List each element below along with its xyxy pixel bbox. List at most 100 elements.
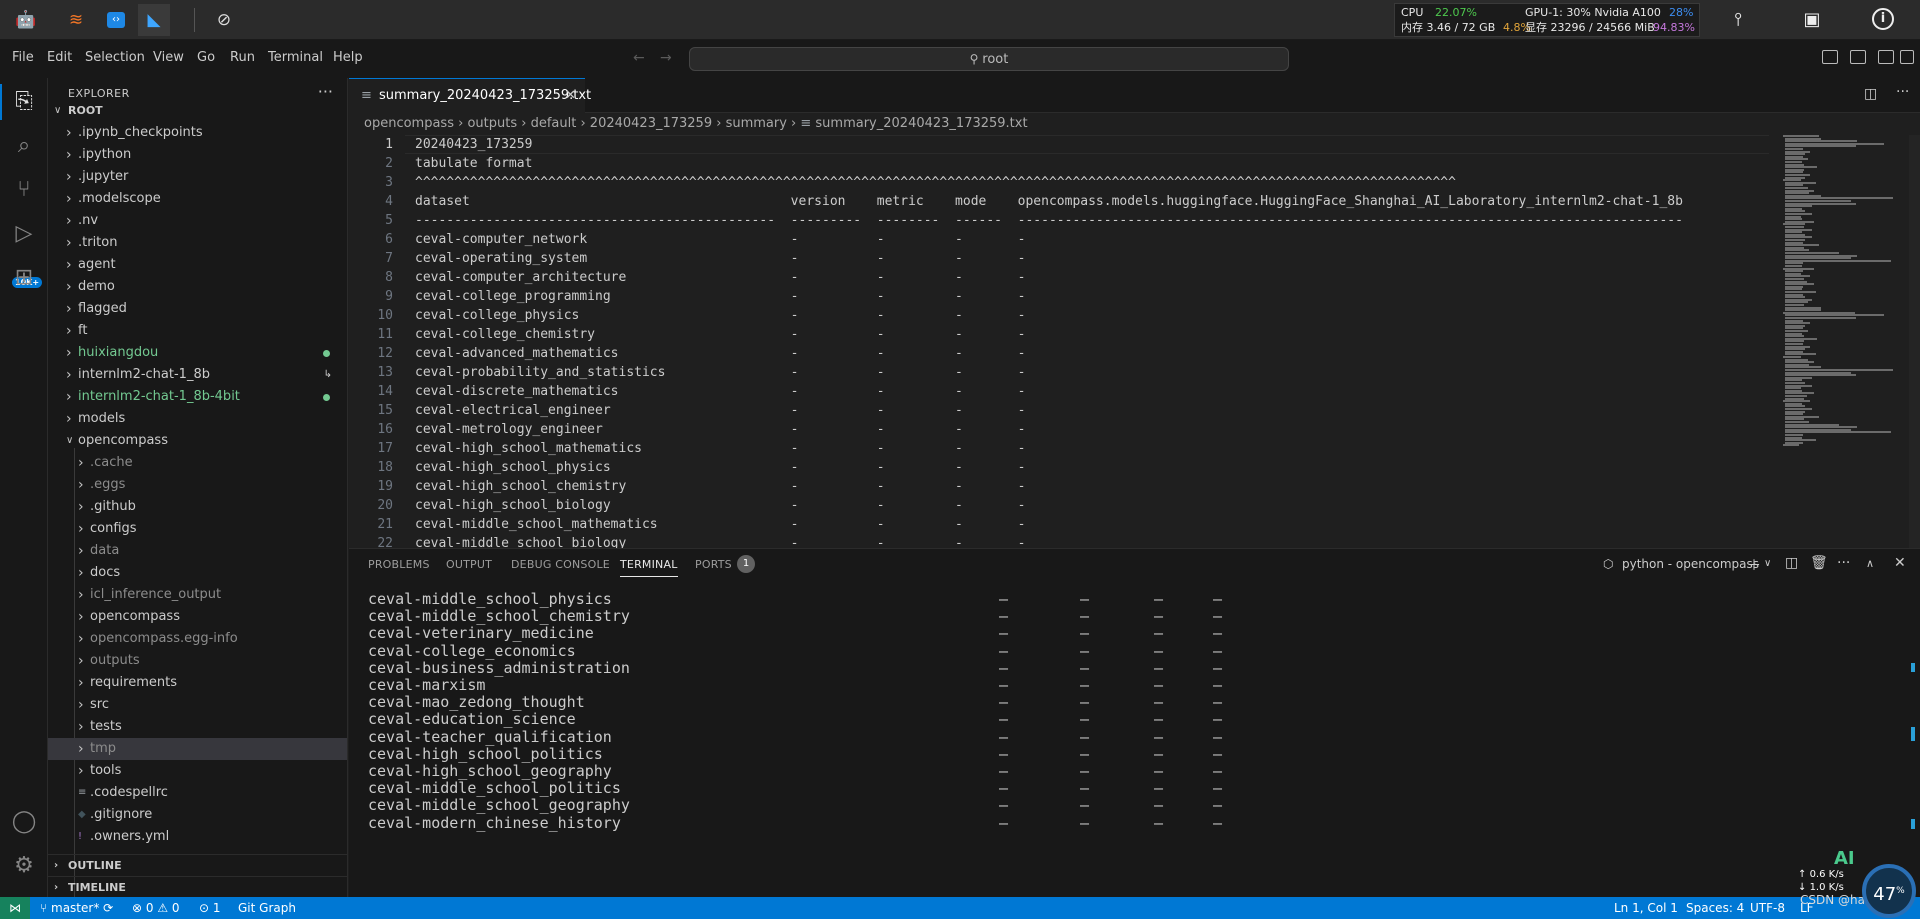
more-actions-icon[interactable]: ··· <box>318 82 333 101</box>
menu-terminal[interactable]: Terminal <box>268 50 323 65</box>
folder-item[interactable]: › .github <box>48 496 347 518</box>
more-actions-icon[interactable]: ··· <box>1896 84 1909 100</box>
folder-item[interactable]: › src <box>48 694 347 716</box>
ports-status[interactable]: ⊙ 1 <box>199 897 221 919</box>
extensions-icon[interactable]: ⊞ <box>8 262 40 294</box>
remote-icon[interactable]: ⋈ <box>0 897 30 919</box>
folder-item[interactable]: › .cache <box>48 452 347 474</box>
folder-item[interactable]: › docs <box>48 562 347 584</box>
folder-item[interactable]: › outputs <box>48 650 347 672</box>
code-line[interactable]: 14 ceval-discrete_mathematics - - - - <box>349 382 1769 401</box>
timeline-section[interactable]: › TIMELINE <box>48 876 347 897</box>
code-view[interactable]: 1 20240423_173259 2 tabulate format 3 ^^^^^^^… <box>349 135 1769 548</box>
code-line[interactable]: 15 ceval-electrical_engineer - - - - <box>349 401 1769 420</box>
command-center[interactable]: ⚲ root <box>689 47 1289 71</box>
code-line[interactable]: 11 ceval-college_chemistry - - - - <box>349 325 1769 344</box>
folder-item[interactable]: › requirements <box>48 672 347 694</box>
new-terminal-icon[interactable]: ＋ <box>1747 555 1761 575</box>
folder-item[interactable]: › data <box>48 540 347 562</box>
source-control-icon[interactable]: ⑂ <box>8 174 40 206</box>
code-line[interactable]: 4 dataset version metric mode opencompass… <box>349 192 1769 211</box>
maximize-panel-icon[interactable]: ∧ <box>1866 557 1874 570</box>
menu-help[interactable]: Help <box>333 50 363 65</box>
folder-item[interactable]: › .eggs <box>48 474 347 496</box>
cursor-position[interactable]: Ln 1, Col 1 <box>1614 897 1678 919</box>
breadcrumb-item[interactable]: 20240423_173259 <box>590 116 712 131</box>
toggle-panel-icon[interactable] <box>1850 50 1866 64</box>
folder-item[interactable]: › .triton <box>48 232 347 254</box>
menu-view[interactable]: View <box>153 50 184 65</box>
menu-go[interactable]: Go <box>197 50 215 65</box>
vscode-icon[interactable]: ◣ <box>138 4 170 36</box>
code-line[interactable]: 20 ceval-high_school_biology - - - - <box>349 496 1769 515</box>
usage-gauge[interactable]: 47% <box>1862 864 1916 918</box>
tab-debug-console[interactable]: DEBUG CONSOLE <box>511 558 610 571</box>
folder-item[interactable]: › configs <box>48 518 347 540</box>
toggle-secondary-sidebar-icon[interactable] <box>1878 50 1894 64</box>
code-line[interactable]: 19 ceval-high_school_chemistry - - - - <box>349 477 1769 496</box>
breadcrumb-item[interactable]: summary <box>726 116 787 131</box>
code-line[interactable]: 2 tabulate format <box>349 154 1769 173</box>
terminal-scrollbar[interactable] <box>1911 587 1915 887</box>
code-line[interactable]: 12 ceval-advanced_mathematics - - - - <box>349 344 1769 363</box>
folder-item[interactable]: › demo <box>48 276 347 298</box>
breadcrumb-item[interactable]: outputs <box>467 116 517 131</box>
tab-terminal[interactable]: TERMINAL <box>620 558 678 577</box>
image-icon[interactable]: ▣ <box>1800 8 1824 32</box>
code-line[interactable]: 17 ceval-high_school_mathematics - - - - <box>349 439 1769 458</box>
folder-item[interactable]: › ft <box>48 320 347 342</box>
folder-item[interactable]: › icl_inference_output <box>48 584 347 606</box>
gear-icon[interactable]: ⚙ <box>8 850 40 882</box>
code-line[interactable]: 3 ^^^^^^^^^^^^^^^^^^^^^^^^^^^^^^^^^^^^^^^… <box>349 173 1769 192</box>
close-icon[interactable]: ✕ <box>1894 555 1906 571</box>
code-line[interactable]: 1 20240423_173259 <box>349 135 1769 154</box>
close-icon[interactable]: ✕ <box>565 79 576 113</box>
toggle-sidebar-icon[interactable] <box>1822 50 1838 64</box>
menu-run[interactable]: Run <box>230 50 255 65</box>
tab-problems[interactable]: PROBLEMS <box>368 558 430 571</box>
file-item[interactable]: ! .owners.yml <box>48 826 347 848</box>
back-arrow-icon[interactable]: ← <box>633 50 645 66</box>
tab-ports[interactable]: PORTS <box>695 558 732 571</box>
editor-scrollbar[interactable] <box>1909 135 1920 548</box>
folder-item[interactable]: › .nv <box>48 210 347 232</box>
menu-selection[interactable]: Selection <box>85 50 145 65</box>
folder-item[interactable]: › .modelscope <box>48 188 347 210</box>
file-item[interactable]: ◆ .gitignore <box>48 804 347 826</box>
folder-item[interactable]: › tmp <box>48 738 347 760</box>
outline-section[interactable]: › OUTLINE <box>48 854 347 876</box>
code-line[interactable]: 6 ceval-computer_network - - - - <box>349 230 1769 249</box>
tensorflow-icon[interactable]: ⫯ <box>1726 8 1750 32</box>
folder-item[interactable]: › internlm2-chat-1_8b ↳ <box>48 364 347 386</box>
folder-item[interactable]: › .ipython <box>48 144 347 166</box>
folder-item[interactable]: › .ipynb_checkpoints <box>48 122 347 144</box>
more-actions-icon[interactable]: ··· <box>1837 555 1850 571</box>
menu-file[interactable]: File <box>12 50 34 65</box>
info-icon[interactable]: i <box>1872 8 1894 30</box>
folder-item[interactable]: ∨ opencompass <box>48 430 347 452</box>
terminal-name[interactable]: python - opencompass <box>1622 557 1759 571</box>
folder-item[interactable]: › tests <box>48 716 347 738</box>
folder-item[interactable]: › .jupyter <box>48 166 347 188</box>
code-line[interactable]: 7 ceval-operating_system - - - - <box>349 249 1769 268</box>
folder-item[interactable]: › agent <box>48 254 347 276</box>
code-line[interactable]: 10 ceval-college_physics - - - - <box>349 306 1769 325</box>
bot-icon[interactable]: 🤖 <box>10 4 42 36</box>
split-editor-icon[interactable]: ◫ <box>1864 86 1877 102</box>
folder-item[interactable]: › tools <box>48 760 347 782</box>
minimap[interactable] <box>1783 135 1908 465</box>
explorer-icon[interactable]: ⎘ <box>8 86 40 118</box>
git-graph-status[interactable]: Git Graph <box>238 897 296 919</box>
customize-layout-icon[interactable] <box>1900 50 1914 64</box>
folder-item[interactable]: › opencompass.egg-info <box>48 628 347 650</box>
tab-output[interactable]: OUTPUT <box>446 558 492 571</box>
search-icon[interactable]: ⌕ <box>8 130 40 162</box>
split-terminal-icon[interactable]: ◫ <box>1785 555 1798 571</box>
code-line[interactable]: 16 ceval-metrology_engineer - - - - <box>349 420 1769 439</box>
explorer-root[interactable]: ∨ ROOT <box>48 100 347 122</box>
forward-arrow-icon[interactable]: → <box>660 50 672 66</box>
encoding[interactable]: UTF-8 <box>1750 897 1785 919</box>
breadcrumb-item[interactable]: opencompass <box>364 116 454 131</box>
account-icon[interactable]: ◯ <box>8 806 40 838</box>
file-item[interactable]: ≡ .codespellrc <box>48 782 347 804</box>
